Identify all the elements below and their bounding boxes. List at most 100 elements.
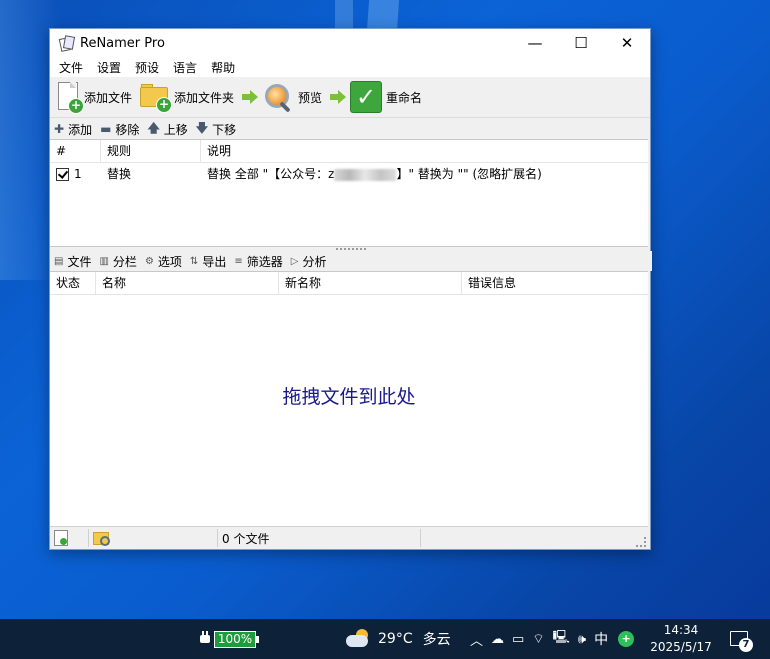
- move-down-label: 下移: [212, 122, 237, 137]
- status-preview[interactable]: [89, 529, 218, 547]
- renamer-window: ReNamer Pro — ☐ ✕ 文件 设置 预设 语言 帮助 + 添加文件 …: [49, 28, 652, 550]
- add-files-label: 添加文件: [84, 90, 133, 105]
- notification-center-button[interactable]: 7: [730, 619, 753, 659]
- add-folder-icon: +: [140, 83, 173, 113]
- close-button[interactable]: ✕: [604, 29, 650, 57]
- remove-rule-label: 移除: [115, 122, 140, 137]
- add-files-button[interactable]: + 添加文件: [54, 79, 138, 115]
- rule-number: 1: [74, 167, 82, 181]
- wifi-icon[interactable]: ⌔: [532, 631, 544, 647]
- add-rule-button[interactable]: ✚ 添加: [54, 121, 92, 138]
- rule-description-prefix: 替换 全部 "【公众号：: [207, 167, 329, 181]
- files-menu-button[interactable]: ▤ 文件: [54, 253, 91, 270]
- arrow-right-icon: [242, 90, 259, 104]
- magnifier-icon: [262, 81, 294, 113]
- rename-button[interactable]: ✓ 重命名: [348, 79, 428, 115]
- rules-table: # 规则 说明 1 替换 替换 全部 "【公众号：z 】" 替换为 "" (忽略扩…: [50, 139, 648, 247]
- cloud-icon[interactable]: ☁: [491, 632, 504, 647]
- chevron-up-icon[interactable]: ︿: [470, 630, 483, 649]
- window-title: ReNamer Pro: [80, 35, 165, 51]
- filters-menu-label: 筛选器: [246, 254, 283, 269]
- move-up-label: 上移: [163, 122, 188, 137]
- weather-description: 多云: [422, 632, 451, 648]
- add-folders-label: 添加文件夹: [174, 90, 235, 105]
- filter-icon: ≡: [234, 255, 243, 267]
- move-down-button[interactable]: 🡇 下移: [196, 119, 236, 140]
- files-table-header: 状态 名称 新名称 错误信息: [50, 272, 648, 295]
- menu-help[interactable]: 帮助: [204, 59, 242, 76]
- weather-widget[interactable]: 29°C 多云: [346, 619, 451, 659]
- add-folders-button[interactable]: + 添加文件夹: [138, 79, 240, 115]
- power-plug-icon: [200, 631, 210, 647]
- main-toolbar: + 添加文件 + 添加文件夹 预览 ✓ 重命名: [50, 77, 650, 118]
- drop-hint: 拖拽文件到此处: [282, 386, 416, 408]
- column-header-error[interactable]: 错误信息: [461, 272, 648, 294]
- weather-temperature: 29°C: [378, 631, 413, 647]
- menu-file[interactable]: 文件: [52, 59, 90, 76]
- status-file-count: 0 个文件: [218, 529, 421, 547]
- add-rule-label: 添加: [68, 122, 93, 137]
- options-menu-label: 选项: [157, 254, 182, 269]
- checkmark-icon: ✓: [350, 81, 383, 113]
- maximize-button[interactable]: ☐: [558, 29, 604, 57]
- rule-row[interactable]: 1 替换 替换 全部 "【公众号：z 】" 替换为 "" (忽略扩展名): [50, 163, 648, 185]
- partly-cloudy-icon: [346, 629, 372, 649]
- arrow-down-icon: 🡇: [195, 120, 209, 135]
- clock-time: 14:34: [663, 623, 699, 637]
- column-header-num[interactable]: #: [50, 140, 96, 162]
- app-icon: [58, 35, 76, 52]
- column-header-description[interactable]: 说明: [200, 140, 647, 162]
- status-bar: 0 个文件: [50, 526, 648, 549]
- column-header-name[interactable]: 名称: [95, 272, 274, 294]
- column-header-status[interactable]: 状态: [50, 272, 90, 294]
- taskbar: 100% 29°C 多云 ︿ ☁ ▭ ⌔ 🖳 🕪 中 + 14:34 2025/…: [0, 619, 770, 659]
- clock-date: 2025/5/17: [650, 640, 712, 654]
- menu-presets[interactable]: 预设: [128, 59, 166, 76]
- move-up-button[interactable]: 🡅 上移: [147, 119, 187, 140]
- add-file-small-icon: [54, 530, 68, 546]
- export-icon: ⇅: [189, 255, 199, 267]
- volume-icon[interactable]: 🕪: [578, 632, 586, 647]
- power-status[interactable]: 100%: [200, 619, 259, 659]
- columns-menu-label: 分栏: [112, 254, 137, 269]
- add-file-icon: +: [56, 82, 84, 114]
- rule-name: 替换: [107, 167, 132, 181]
- remove-rule-button[interactable]: ▬ 移除: [100, 121, 139, 138]
- preview-label: 预览: [298, 90, 323, 105]
- clock[interactable]: 14:34 2025/5/17: [650, 619, 712, 659]
- column-header-new-name[interactable]: 新名称: [278, 272, 457, 294]
- rules-table-header: # 规则 说明: [50, 140, 648, 163]
- menu-language[interactable]: 语言: [166, 59, 204, 76]
- battery-indicator: 100%: [214, 630, 259, 648]
- minimize-button[interactable]: —: [512, 29, 558, 57]
- arrow-right-icon: [330, 90, 347, 104]
- columns-icon: ▥: [99, 255, 109, 267]
- rule-checkbox[interactable]: [56, 163, 69, 185]
- usb-icon[interactable]: ▭: [512, 632, 524, 647]
- options-menu-button[interactable]: ⚙ 选项: [145, 253, 182, 270]
- rename-label: 重命名: [386, 90, 423, 105]
- files-toolbar: ▤ 文件 ▥ 分栏 ⚙ 选项 ⇅ 导出 ≡ 筛选器 ▷ 分析: [50, 251, 652, 271]
- app-tray-icon[interactable]: +: [618, 631, 635, 647]
- options-icon: ⚙: [144, 255, 154, 267]
- analyze-menu-label: 分析: [302, 254, 327, 269]
- export-menu-button[interactable]: ⇅ 导出: [190, 253, 226, 270]
- menu-settings[interactable]: 设置: [90, 59, 128, 76]
- network-icon[interactable]: 🖳: [553, 628, 570, 650]
- analyze-menu-button[interactable]: ▷ 分析: [291, 253, 327, 270]
- title-bar[interactable]: ReNamer Pro — ☐ ✕: [50, 29, 650, 57]
- export-menu-label: 导出: [202, 254, 227, 269]
- status-add-file[interactable]: [50, 529, 89, 547]
- files-table[interactable]: 状态 名称 新名称 错误信息 拖拽文件到此处: [50, 271, 648, 526]
- rule-description: 替换 全部 "【公众号：z 】" 替换为 "" (忽略扩展名): [207, 163, 542, 185]
- ime-indicator[interactable]: 中: [594, 629, 608, 649]
- preview-button[interactable]: 预览: [260, 79, 328, 115]
- plus-icon: ✚: [54, 122, 65, 136]
- filters-menu-button[interactable]: ≡ 筛选器: [234, 253, 282, 270]
- analyze-icon: ▷: [290, 255, 299, 267]
- folder-search-icon: [93, 531, 110, 546]
- columns-menu-button[interactable]: ▥ 分栏: [99, 253, 136, 270]
- column-header-rule[interactable]: 规则: [100, 140, 197, 162]
- resize-grip[interactable]: [636, 537, 646, 547]
- files-menu-label: 文件: [67, 254, 92, 269]
